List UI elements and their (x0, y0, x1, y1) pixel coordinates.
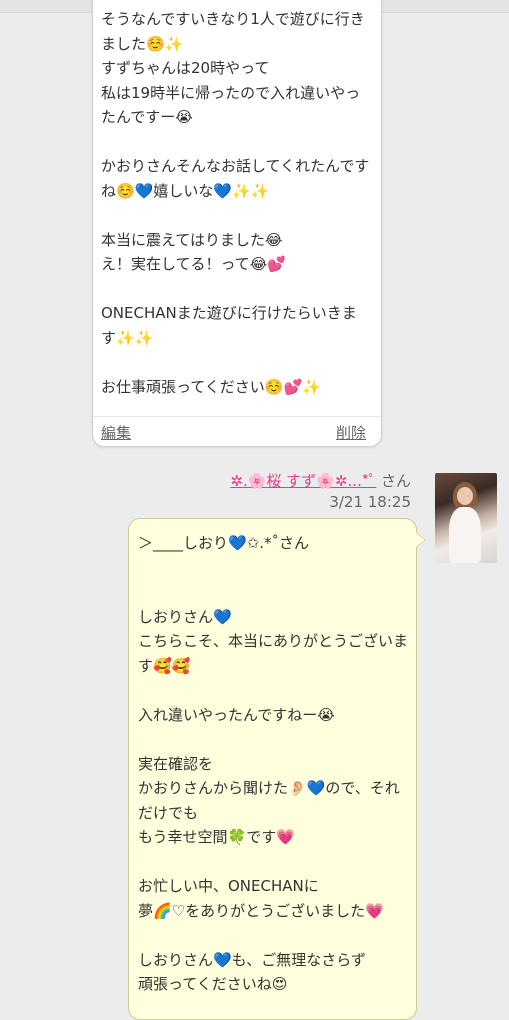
message-timestamp: 3/21 18:25 (329, 493, 411, 511)
sender-header: ✲.🌸桜 すず🌸✲...*ﾟ さん (230, 470, 411, 491)
message-actions: 編集 削除 (93, 416, 381, 447)
message-bubble-own: そうなんですいきなり1人で遊びに行きました☺️✨ すずちゃんは20時やって 私は… (92, 0, 382, 447)
reply-text: ＞____しおり💙✩.*˚さん しおりさん💙 こちらこそ、本当にありがとうござい… (138, 534, 409, 993)
delete-link[interactable]: 削除 (336, 422, 366, 443)
message-bubble-reply: ＞____しおり💙✩.*˚さん しおりさん💙 こちらこそ、本当にありがとうござい… (128, 518, 426, 1020)
sender-suffix: さん (376, 472, 411, 490)
message-text: そうなんですいきなり1人で遊びに行きました☺️✨ すずちゃんは20時やって 私は… (101, 10, 370, 396)
sender-name-link[interactable]: ✲.🌸桜 すず🌸✲...*ﾟ (230, 472, 376, 490)
avatar[interactable] (435, 473, 497, 563)
edit-link[interactable]: 編集 (101, 422, 131, 443)
avatar-face (457, 487, 473, 505)
avatar-dress (449, 507, 481, 563)
